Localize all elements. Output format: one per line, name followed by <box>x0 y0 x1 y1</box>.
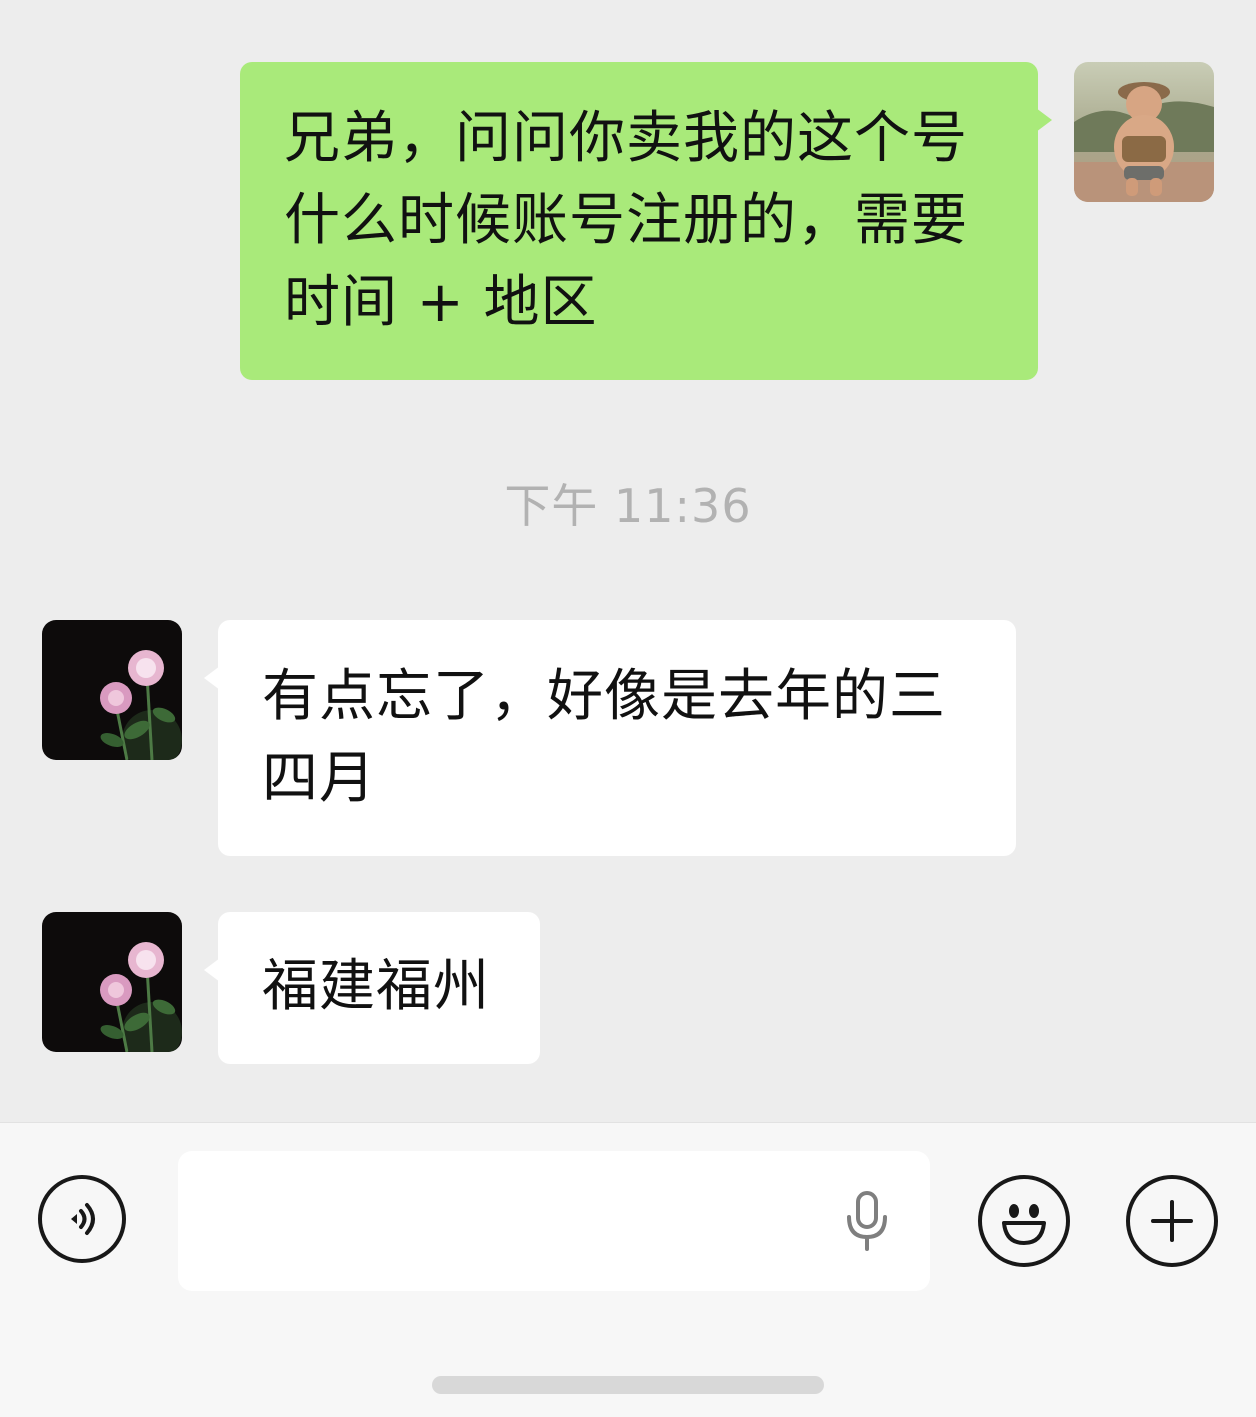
plus-icon <box>1151 1200 1193 1242</box>
message-text-line: 兄弟，问问你卖我的这个号 <box>284 106 968 171</box>
message-text-line: 时间 + 地区 <box>284 270 598 335</box>
emoji-icon <box>1002 1204 1046 1245</box>
home-indicator[interactable] <box>432 1376 824 1394</box>
message-timestamp: 下午 11:36 <box>504 479 752 533</box>
message-input-field[interactable] <box>178 1151 930 1291</box>
incoming-message-bubble[interactable]: 有点忘了，好像是去年的三 四月 <box>204 620 1016 856</box>
pink-roses-icon <box>42 620 182 760</box>
message-text-line: 什么时候账号注册的，需要 <box>284 188 968 253</box>
child-photo-icon <box>1074 62 1214 202</box>
message-text-line: 四月 <box>262 746 376 811</box>
message-text-line: 福建福州 <box>262 954 490 1019</box>
plus-button[interactable] <box>1126 1175 1218 1267</box>
emoji-button[interactable] <box>978 1175 1070 1267</box>
outgoing-message-bubble[interactable]: 兄弟，问问你卖我的这个号 什么时候账号注册的，需要 时间 + 地区 <box>240 62 1052 380</box>
bubble-tail <box>204 666 220 690</box>
self-avatar[interactable] <box>1074 62 1214 202</box>
chat-area[interactable]: 兄弟，问问你卖我的这个号 什么时候账号注册的，需要 时间 + 地区 下午 11:… <box>0 0 1256 1122</box>
voice-mode-icon <box>71 1203 95 1235</box>
microphone-icon[interactable] <box>842 1189 892 1253</box>
incoming-message-bubble[interactable]: 福建福州 <box>204 912 540 1064</box>
pink-roses-icon <box>42 912 182 1052</box>
contact-avatar[interactable] <box>42 912 182 1052</box>
bubble-tail <box>204 958 220 982</box>
bubble-tail <box>1036 108 1052 132</box>
voice-mode-button[interactable] <box>38 1175 126 1263</box>
contact-avatar[interactable] <box>42 620 182 760</box>
message-text-line: 有点忘了，好像是去年的三 <box>262 664 946 729</box>
input-toolbar <box>0 1122 1256 1417</box>
